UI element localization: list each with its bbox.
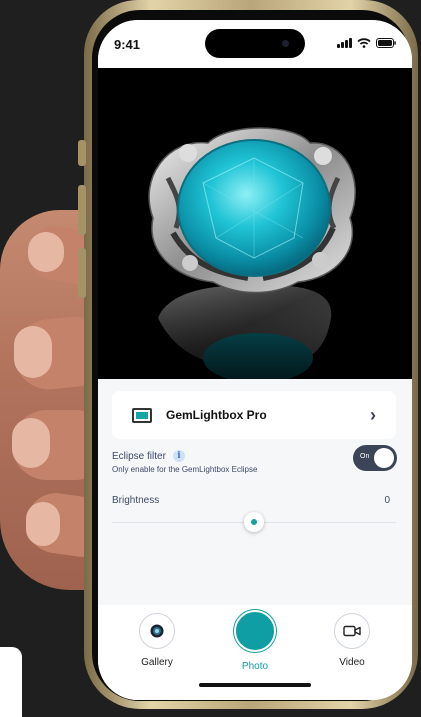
chevron-right-icon: › [370, 404, 376, 425]
capture-photo-button[interactable] [234, 610, 276, 652]
tab-photo-label: Photo [241, 661, 269, 672]
dynamic-island [205, 29, 305, 58]
volume-down-button [78, 248, 86, 298]
status-time: 9:41 [114, 37, 141, 52]
tab-video[interactable]: Video [312, 613, 392, 668]
eclipse-filter-toggle[interactable]: On [353, 445, 397, 471]
eclipse-filter-label: Eclipse filter [112, 450, 166, 462]
brightness-label: Brightness [112, 495, 160, 506]
settings-panel: GemLightbox Pro › Eclipse filter i Only … [98, 379, 412, 605]
gallery-icon [150, 624, 164, 638]
fingernail [26, 502, 60, 546]
tab-gallery[interactable]: Gallery [117, 613, 197, 668]
video-button[interactable] [334, 613, 370, 649]
eclipse-filter-title: Eclipse filter i [112, 450, 185, 462]
tab-video-label: Video [339, 657, 365, 668]
toggle-state-label: On [360, 453, 370, 460]
video-camera-icon [343, 625, 361, 637]
lightbox-icon [132, 407, 152, 423]
tab-photo[interactable]: Photo [215, 610, 295, 672]
device-selector[interactable]: GemLightbox Pro › [112, 391, 396, 439]
status-icons [337, 38, 396, 48]
brightness-slider-thumb[interactable] [244, 512, 264, 532]
phone-screen: 9:41 GemLightbox Pro › Eclipse filter i … [98, 20, 412, 700]
battery-icon [376, 38, 396, 48]
wifi-icon [357, 38, 371, 48]
info-icon[interactable]: i [172, 450, 185, 462]
eclipse-filter-subtitle: Only enable for the GemLightbox Eclipse [112, 465, 258, 474]
camera-preview [98, 68, 412, 379]
tab-gallery-label: Gallery [141, 657, 173, 668]
bottom-navigation: Gallery Photo Video [98, 605, 412, 700]
gem-ring-image [98, 127, 412, 379]
toggle-knob [374, 448, 394, 468]
brightness-value: 0 [384, 495, 390, 506]
fingernail [12, 418, 50, 468]
gallery-button[interactable] [139, 613, 175, 649]
home-indicator[interactable] [199, 683, 311, 687]
camera-lens [282, 40, 289, 47]
fingernail [28, 232, 64, 272]
status-bar: 9:41 [98, 20, 412, 68]
device-name: GemLightbox Pro [166, 408, 267, 422]
signal-icon [337, 38, 352, 48]
fingernail [14, 326, 52, 378]
volume-up-button [78, 185, 86, 235]
side-button [78, 140, 86, 166]
background-card [0, 647, 22, 717]
